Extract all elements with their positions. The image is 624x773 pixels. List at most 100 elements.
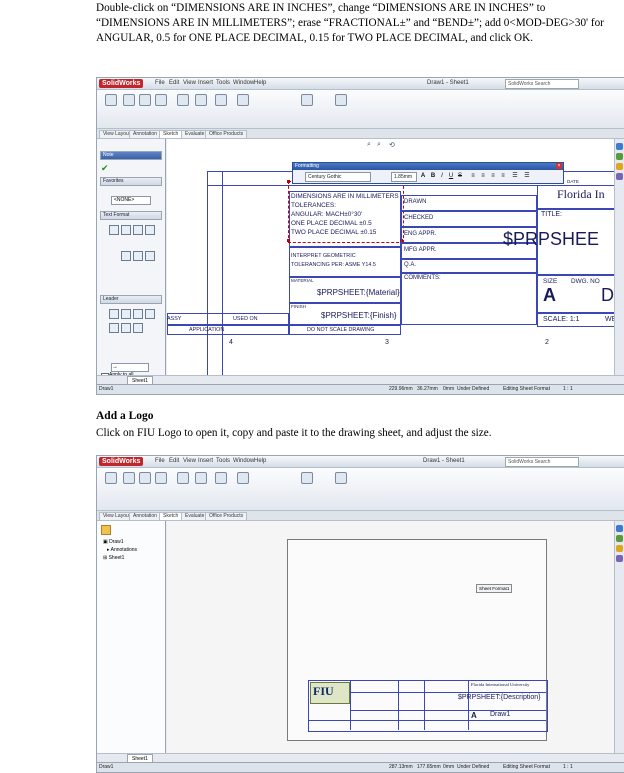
circle-icon[interactable] xyxy=(155,472,167,484)
repair-sketch-icon[interactable] xyxy=(335,94,347,106)
align-right-icon[interactable]: ≡ xyxy=(489,172,497,180)
circle-icon[interactable] xyxy=(155,94,167,106)
mirror-entities-icon[interactable] xyxy=(237,94,249,106)
menu-window[interactable]: Window xyxy=(233,79,254,88)
strikethrough-button[interactable]: S xyxy=(456,172,464,180)
tab-sketch[interactable]: Sketch xyxy=(159,512,183,521)
underline-button[interactable]: U xyxy=(447,172,455,180)
leader-icon[interactable] xyxy=(109,309,119,319)
pm-section-leader[interactable]: Leader xyxy=(100,295,162,304)
bold-button[interactable]: B xyxy=(429,172,437,180)
resources-icon[interactable] xyxy=(616,525,623,532)
design-library-icon[interactable] xyxy=(616,153,623,160)
align-right-icon[interactable] xyxy=(133,225,143,235)
offset-entities-icon[interactable] xyxy=(215,94,227,106)
bullets-icon[interactable]: ☰ xyxy=(511,172,519,180)
straight-leader-icon[interactable] xyxy=(109,323,119,333)
display-relations-icon[interactable] xyxy=(301,94,313,106)
tab-annotation[interactable]: Annotation xyxy=(129,130,161,139)
selection-handle[interactable] xyxy=(287,180,290,183)
ok-check-icon[interactable]: ✔ xyxy=(101,163,109,174)
close-icon[interactable]: × xyxy=(556,163,562,169)
trim-entities-icon[interactable] xyxy=(177,94,189,106)
search-input[interactable]: SolidWorks Search xyxy=(505,79,579,89)
drawing-sheet: Sheet Format1 FIU Florida International … xyxy=(287,539,548,741)
menu-insert[interactable]: Insert xyxy=(198,79,213,88)
menu-help[interactable]: Help xyxy=(254,79,266,88)
pm-section-favorites[interactable]: Favorites xyxy=(100,177,162,186)
no-leader-icon[interactable] xyxy=(133,309,143,319)
tab-office-products[interactable]: Office Products xyxy=(205,130,248,139)
rectangle-icon[interactable] xyxy=(139,94,151,106)
menu-tools[interactable]: Tools xyxy=(216,79,230,88)
bold-icon[interactable]: A xyxy=(419,172,427,180)
menu-view[interactable]: View xyxy=(183,79,196,88)
lock-symbol-icon[interactable] xyxy=(145,251,155,261)
view-palette-icon[interactable] xyxy=(616,173,623,180)
auto-leader-icon[interactable] xyxy=(145,309,155,319)
filter-icon[interactable] xyxy=(101,525,111,535)
display-relations-icon[interactable] xyxy=(301,472,313,484)
view-palette-icon[interactable] xyxy=(616,555,623,562)
checked-label: CHECKED xyxy=(404,215,434,221)
menu-tools[interactable]: Tools xyxy=(216,457,230,466)
menu-edit[interactable]: Edit xyxy=(169,457,179,466)
fiu-logo[interactable]: FIU xyxy=(310,682,350,704)
smart-dimension-icon[interactable] xyxy=(105,472,117,484)
trim-entities-icon[interactable] xyxy=(177,472,189,484)
multi-leader-icon[interactable] xyxy=(121,309,131,319)
align-center-icon[interactable] xyxy=(121,225,131,235)
justify-icon[interactable]: ≡ xyxy=(499,172,507,180)
tab-office-products[interactable]: Office Products xyxy=(205,512,248,521)
tab-sketch[interactable]: Sketch xyxy=(159,130,183,139)
status-y: 36.27mm xyxy=(417,386,438,392)
favorites-select[interactable]: <NONE> xyxy=(111,196,151,205)
design-library-icon[interactable] xyxy=(616,535,623,542)
align-left-icon[interactable]: ≡ xyxy=(469,172,477,180)
tab-annotation[interactable]: Annotation xyxy=(129,512,161,521)
tree-item-draw1[interactable]: ▣ Draw1 xyxy=(103,539,124,545)
offset-entities-icon[interactable] xyxy=(215,472,227,484)
menu-view[interactable]: View xyxy=(183,457,196,466)
repair-sketch-icon[interactable] xyxy=(335,472,347,484)
rotate-view-icon[interactable]: ⟲ xyxy=(389,141,395,149)
file-explorer-icon[interactable] xyxy=(616,545,623,552)
line-icon[interactable] xyxy=(123,472,135,484)
smart-dimension-icon[interactable] xyxy=(105,94,117,106)
convert-entities-icon[interactable] xyxy=(195,472,207,484)
pm-section-text-format[interactable]: Text Format xyxy=(100,211,162,220)
mirror-entities-icon[interactable] xyxy=(237,472,249,484)
border-line xyxy=(207,171,208,394)
underline-leader-icon[interactable] xyxy=(133,323,143,333)
rectangle-icon[interactable] xyxy=(139,472,151,484)
search-input[interactable]: SolidWorks Search xyxy=(505,457,579,467)
menu-insert[interactable]: Insert xyxy=(198,457,213,466)
file-explorer-icon[interactable] xyxy=(616,163,623,170)
menu-window[interactable]: Window xyxy=(233,457,254,466)
numbering-icon[interactable]: ☰ xyxy=(523,172,531,180)
menu-help[interactable]: Help xyxy=(254,457,266,466)
line-icon[interactable] xyxy=(123,94,135,106)
italic-button[interactable]: I xyxy=(438,172,446,180)
bent-leader-icon[interactable] xyxy=(121,323,131,333)
add-symbol-icon[interactable] xyxy=(133,251,143,261)
menu-file[interactable]: File xyxy=(155,457,165,466)
drawn-label: DRAWN xyxy=(404,199,427,205)
tree-item-sheet1[interactable]: ⊞ Sheet1 xyxy=(103,555,124,561)
selection-handle[interactable] xyxy=(287,239,290,242)
align-center-icon[interactable]: ≡ xyxy=(479,172,487,180)
justify-icon[interactable] xyxy=(145,225,155,235)
zoom-to-fit-icon[interactable]: ⌕ xyxy=(367,141,371,149)
arrow-style-select[interactable]: → xyxy=(111,363,149,372)
font-select[interactable]: Century Gothic xyxy=(305,172,371,182)
zoom-area-icon[interactable]: ⌕ xyxy=(377,141,381,149)
align-left-icon[interactable] xyxy=(109,225,119,235)
font-size-input[interactable]: 1.85mm xyxy=(391,172,417,182)
drawing-canvas[interactable]: Sheet Format1 FIU Florida International … xyxy=(167,521,615,754)
convert-entities-icon[interactable] xyxy=(195,94,207,106)
link-property-icon[interactable] xyxy=(121,251,131,261)
menu-edit[interactable]: Edit xyxy=(169,79,179,88)
menu-file[interactable]: File xyxy=(155,79,165,88)
resources-icon[interactable] xyxy=(616,143,623,150)
tree-item-annotations[interactable]: ▸ Annotations xyxy=(107,547,137,553)
